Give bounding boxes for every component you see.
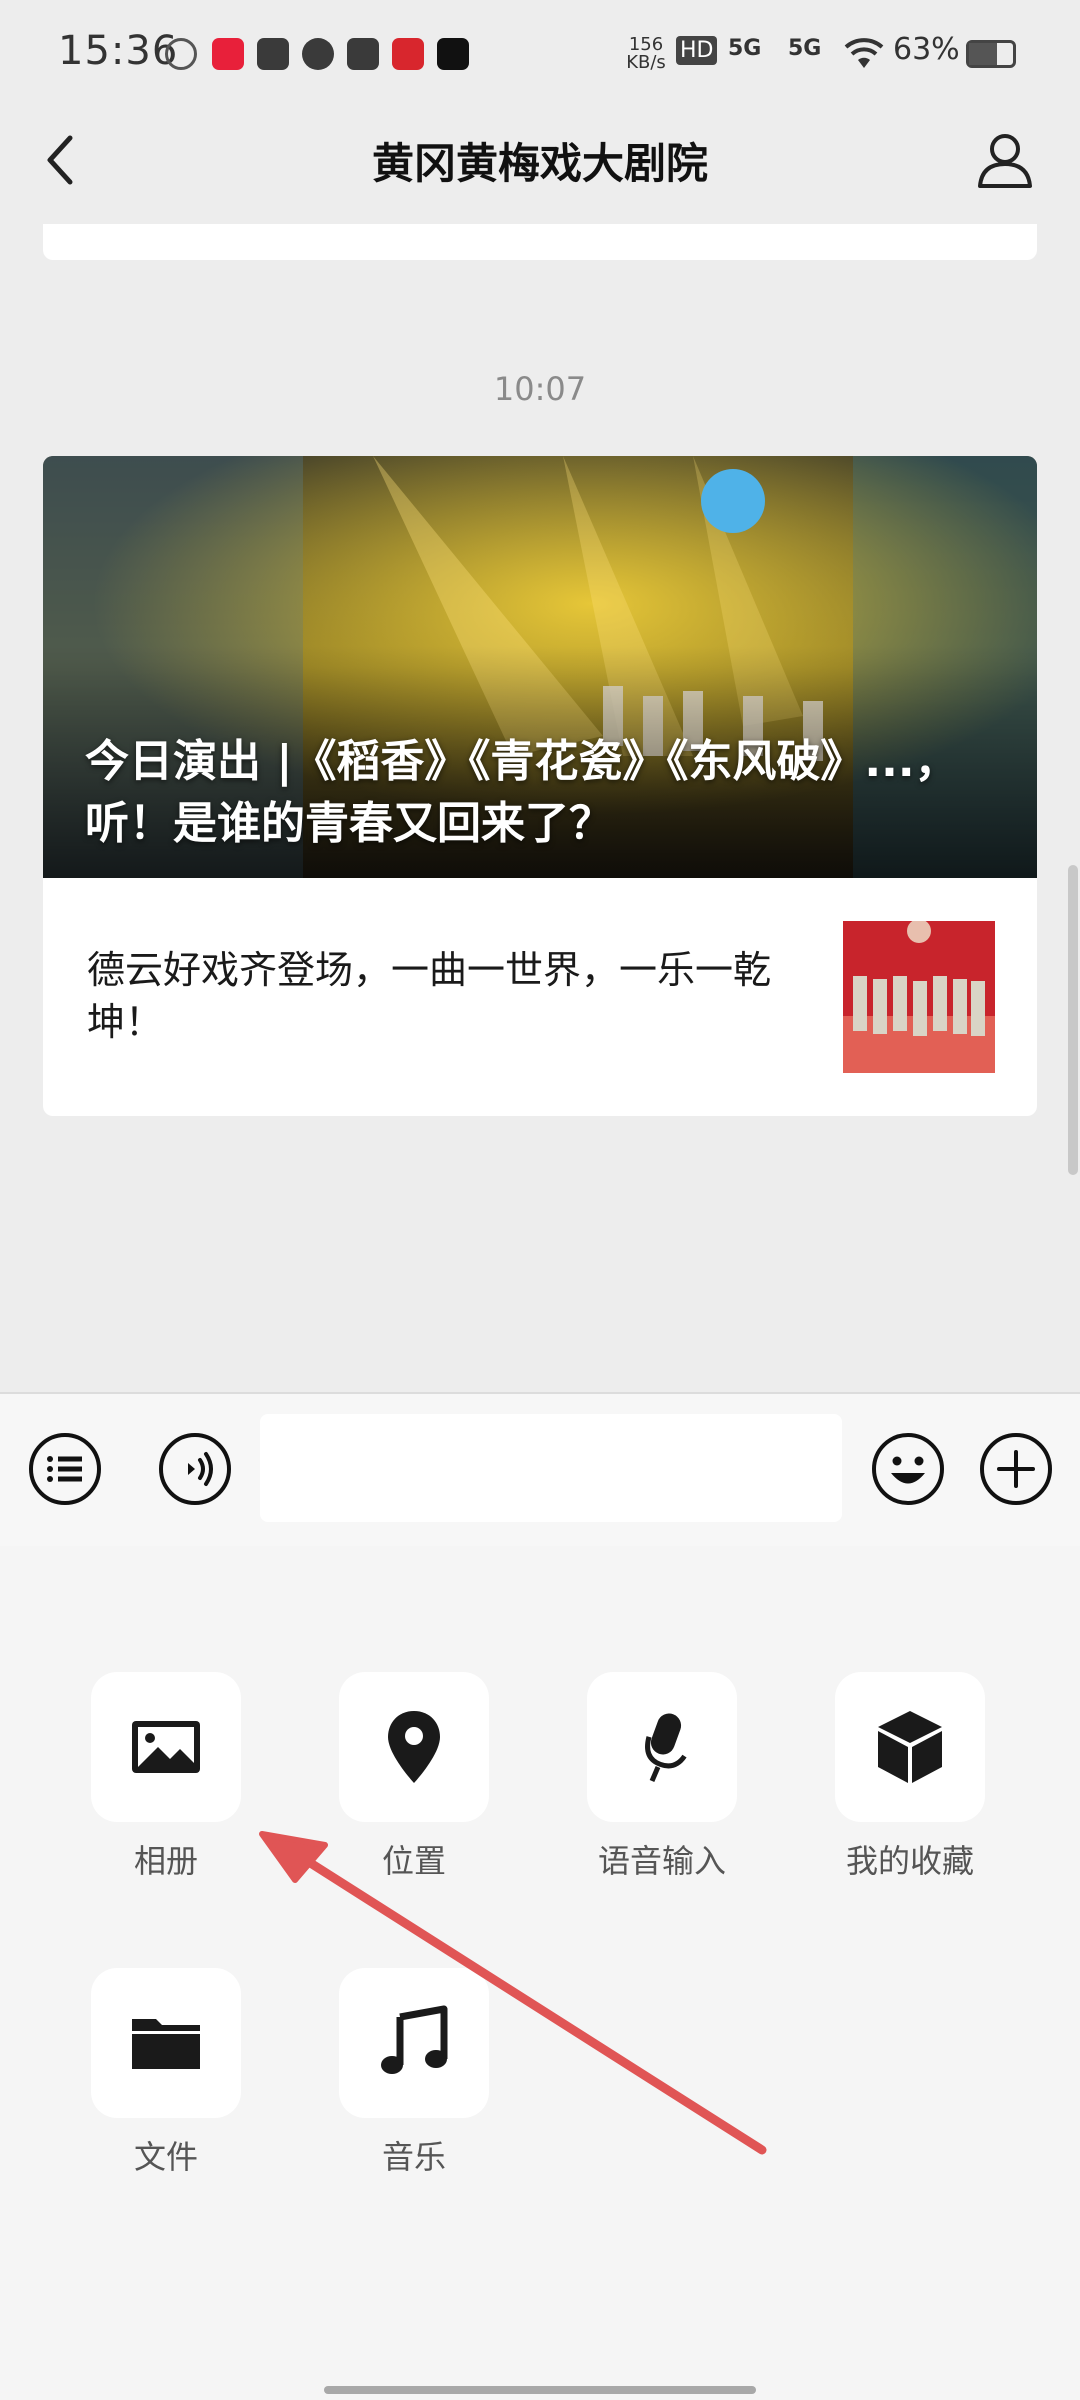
stage-thumbnail-image <box>843 921 995 1073</box>
net-speed: 156 KB/s <box>626 34 666 73</box>
cube-icon <box>878 1711 942 1783</box>
voice-icon[interactable] <box>158 1432 232 1506</box>
album-button[interactable] <box>91 1672 241 1822</box>
article-sub-title[interactable]: 德云好戏齐登场，一曲一世界，一乐一乾坤！ <box>87 944 807 1048</box>
voice-input-button[interactable] <box>587 1672 737 1822</box>
scrollbar-thumb[interactable] <box>1068 865 1078 1175</box>
previous-message-card[interactable] <box>43 224 1037 260</box>
article-headline[interactable]: 今日演出 |《稻香》《青花瓷》《东风破》...，听！是谁的青春又回来了？ <box>85 731 1005 855</box>
hd-badge: HD <box>676 36 718 65</box>
fan-icon <box>302 38 334 70</box>
home-indicator[interactable] <box>324 2386 756 2394</box>
message-timestamp: 10:07 <box>493 370 587 408</box>
location-label: 位置 <box>381 1842 446 1880</box>
capcut-icon <box>437 38 469 70</box>
article-card[interactable]: 今日演出 |《稻香》《青花瓷》《东风破》...，听！是谁的青春又回来了？ 德云好… <box>43 456 1037 1116</box>
file-button[interactable] <box>91 1968 241 2118</box>
store-icon <box>392 38 424 70</box>
message-input[interactable] <box>260 1414 842 1522</box>
image-icon <box>132 1721 200 1773</box>
page-title: 黄冈黄梅戏大剧院 <box>371 139 708 188</box>
battery-icon <box>966 40 1016 68</box>
vivo-icon <box>347 38 379 70</box>
file-label: 文件 <box>133 2138 198 2176</box>
sync-icon <box>165 38 197 70</box>
music-note-icon <box>381 2005 448 2074</box>
status-time: 15:36 <box>58 28 179 74</box>
music-button[interactable] <box>339 1968 489 2118</box>
add-more-icon[interactable] <box>979 1432 1053 1506</box>
menu-list-icon[interactable] <box>28 1432 102 1506</box>
favorites-label: 我的收藏 <box>845 1842 974 1880</box>
article-hero-image[interactable]: 今日演出 |《稻香》《青花瓷》《东风破》...，听！是谁的青春又回来了？ <box>43 456 1037 878</box>
favorites-button[interactable] <box>835 1672 985 1822</box>
signal-2-label: 5G <box>788 36 822 61</box>
battery-percent: 63% <box>893 32 960 67</box>
location-pin-icon <box>388 1711 440 1783</box>
location-button[interactable] <box>339 1672 489 1822</box>
microphone-icon <box>645 1713 687 1782</box>
voice-input-label: 语音输入 <box>597 1842 726 1880</box>
folder-icon <box>132 2019 200 2069</box>
article-sub-thumbnail[interactable] <box>843 921 995 1073</box>
music-label: 音乐 <box>381 2138 446 2176</box>
taobao-icon <box>257 38 289 70</box>
emoji-icon[interactable] <box>871 1432 945 1506</box>
signal-1-label: 5G <box>728 36 762 61</box>
wifi-icon <box>844 38 884 68</box>
user-profile-icon[interactable] <box>976 130 1034 188</box>
app-icon-red <box>212 38 244 70</box>
album-label: 相册 <box>133 1842 198 1880</box>
